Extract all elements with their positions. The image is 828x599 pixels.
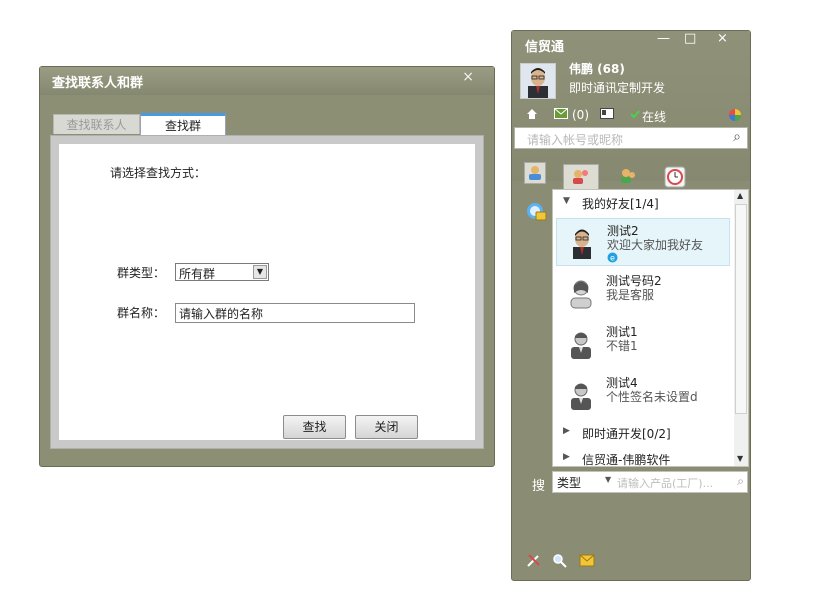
- friend-signature: 个性签名未设置d: [606, 390, 698, 404]
- friend-signature: 不错1: [606, 339, 638, 353]
- scroll-up-icon[interactable]: ▲: [737, 191, 743, 200]
- mail-icon[interactable]: [554, 108, 568, 124]
- product-search-placeholder[interactable]: 请输入产品(工厂)...: [617, 475, 713, 491]
- svg-text:e: e: [610, 254, 615, 263]
- collapsed-arrow-icon: ▶: [563, 452, 570, 462]
- group-type-value: 所有群: [179, 267, 216, 281]
- group-xinmaotong[interactable]: ▶ 信贸通-伟鹏软件: [553, 450, 733, 467]
- group-name: 信贸通-伟鹏软件: [582, 453, 671, 467]
- group-type-select[interactable]: 所有群 ▼: [175, 263, 269, 281]
- friend-avatar: [566, 328, 596, 360]
- minimize-icon[interactable]: —: [657, 31, 670, 46]
- group-name-input[interactable]: [175, 303, 415, 323]
- search-method-prompt: 请选择查找方式：: [110, 166, 207, 180]
- friend-avatar: [567, 227, 597, 259]
- chevron-down-icon[interactable]: ▼: [253, 265, 267, 279]
- search-type-label[interactable]: 类型: [557, 474, 581, 491]
- tools-icon[interactable]: [526, 552, 542, 571]
- im-window-title: 信贸通: [525, 40, 565, 55]
- user-avatar[interactable]: [520, 63, 556, 99]
- window-close-icon[interactable]: ×: [717, 31, 728, 46]
- tab-recent[interactable]: [659, 164, 695, 190]
- group-name: 即时通开发[0/2]: [582, 427, 671, 441]
- friend-item[interactable]: 测试号码2 我是客服: [556, 269, 730, 317]
- group-name-label: 群名称：: [117, 306, 166, 320]
- friend-avatar: [566, 277, 596, 309]
- dialog-content-frame: [50, 135, 484, 449]
- home-icon[interactable]: [526, 108, 538, 124]
- scrollbar-thumb[interactable]: [735, 204, 747, 414]
- im-main-window: 信贸通 — □ × 伟鹏 (68) 即时通讯定制开发 (0) 在线 请输入帐号或…: [511, 30, 751, 581]
- dialog-close-icon[interactable]: ×: [462, 69, 474, 85]
- contact-list[interactable]: ▼ 我的好友[1/4] 测试2 欢迎大家加我好友 e 测试号码2 我是客服 测试…: [552, 189, 749, 467]
- friend-signature: 我是客服: [606, 288, 655, 302]
- user-name: 伟鹏 (68): [569, 62, 625, 76]
- friend-item[interactable]: 测试4 个性签名未设置d: [556, 371, 730, 419]
- status-online-icon[interactable]: [630, 108, 640, 124]
- maximize-icon[interactable]: □: [684, 31, 696, 46]
- chevron-down-icon[interactable]: ▼: [605, 475, 611, 484]
- dialog-titlebar[interactable]: 查找联系人和群 ×: [40, 67, 494, 95]
- mail-count: (0): [572, 108, 589, 122]
- find-dialog: 查找联系人和群 × 查找联系人 查找群 请选择查找方式： 群类型： 所有群 ▼ …: [39, 66, 495, 467]
- group-my-friends[interactable]: ▼ 我的好友[1/4]: [553, 194, 733, 214]
- expanded-arrow-icon: ▼: [563, 196, 570, 206]
- scroll-down-icon[interactable]: ▼: [737, 454, 743, 463]
- search-icon[interactable]: ⌕: [737, 474, 744, 489]
- search-icon[interactable]: ⌕: [733, 129, 741, 145]
- status-text[interactable]: 在线: [642, 108, 666, 124]
- contact-search-field[interactable]: 请输入帐号或昵称 ⌕: [514, 127, 748, 149]
- friend-signature: 欢迎大家加我好友: [607, 238, 704, 252]
- ie-online-icon: e: [607, 252, 618, 266]
- contact-search-placeholder: 请输入帐号或昵称: [527, 133, 624, 147]
- dialog-title: 查找联系人和群: [52, 76, 144, 91]
- contact-card-icon[interactable]: [600, 108, 614, 124]
- group-im-dev[interactable]: ▶ 即时通开发[0/2]: [553, 424, 733, 444]
- tab-find-contacts[interactable]: 查找联系人: [53, 114, 140, 134]
- friend-avatar: [566, 379, 596, 411]
- product-search-bar[interactable]: 类型 ▼ 请输入产品(工厂)... ⌕: [552, 471, 748, 493]
- contacts-view-icon[interactable]: [524, 162, 546, 184]
- group-name: 我的好友[1/4]: [582, 197, 659, 211]
- friend-item[interactable]: 测试1 不错1: [556, 320, 730, 368]
- friend-item[interactable]: 测试2 欢迎大家加我好友 e: [556, 218, 730, 266]
- tab-groups-list[interactable]: [611, 164, 647, 190]
- collapsed-arrow-icon: ▶: [563, 426, 570, 436]
- close-button[interactable]: 关闭: [355, 415, 418, 439]
- tab-friends[interactable]: [563, 164, 599, 190]
- qq-app-icon[interactable]: [525, 201, 547, 223]
- message-box-icon[interactable]: [579, 553, 595, 570]
- search-button[interactable]: 查找: [283, 415, 346, 439]
- user-signature[interactable]: 即时通讯定制开发: [569, 79, 665, 96]
- tab-find-groups[interactable]: 查找群: [140, 113, 226, 135]
- search-label: 搜: [532, 479, 546, 494]
- contact-list-scrollbar[interactable]: ▲ ▼: [734, 190, 748, 466]
- dialog-content: [59, 144, 475, 440]
- group-type-label: 群类型：: [117, 266, 166, 280]
- find-icon[interactable]: [552, 553, 568, 572]
- skin-color-icon[interactable]: [728, 108, 742, 124]
